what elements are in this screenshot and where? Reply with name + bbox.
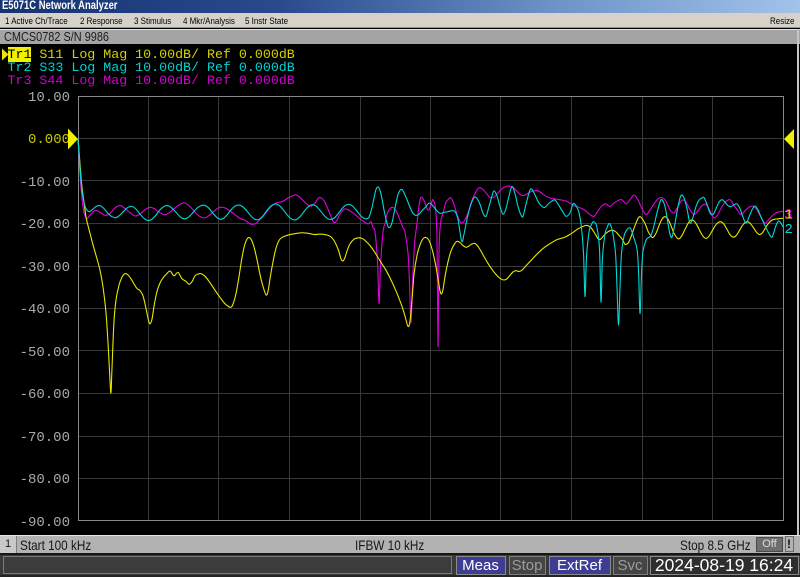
svg-text:2: 2 bbox=[785, 222, 793, 238]
